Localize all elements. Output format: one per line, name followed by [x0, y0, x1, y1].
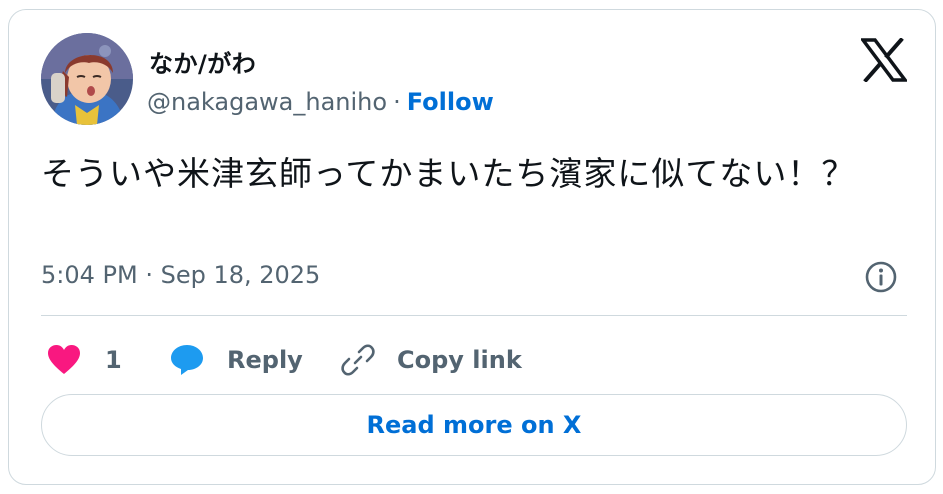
separator-dot: · — [393, 88, 401, 116]
reply-button[interactable]: Reply — [169, 340, 303, 380]
tweet-text: そういや米津玄師ってかまいたち濱家に似てない！？ — [41, 154, 856, 193]
like-button[interactable]: 1 — [47, 340, 122, 380]
author-display-name[interactable]: なか/がわ — [149, 44, 256, 79]
x-logo-icon[interactable] — [859, 37, 909, 83]
avatar[interactable] — [41, 33, 133, 125]
author-handle-row: @nakagawa_haniho · Follow — [147, 88, 494, 116]
author-handle[interactable]: @nakagawa_haniho — [147, 88, 387, 116]
link-icon — [341, 344, 375, 376]
read-more-button[interactable]: Read more on X — [41, 394, 907, 456]
avatar-image — [41, 33, 133, 125]
copy-link-label: Copy link — [397, 346, 522, 374]
divider — [41, 315, 907, 316]
speech-bubble-icon — [171, 345, 203, 375]
tweet-timestamp[interactable]: 5:04 PM · Sep 18, 2025 — [41, 261, 320, 289]
reply-label: Reply — [227, 346, 303, 374]
tweet-embed-card: なか/がわ @nakagawa_haniho · Follow そういや米津玄師って… — [8, 9, 936, 485]
copy-link-button[interactable]: Copy link — [341, 340, 522, 380]
info-icon[interactable] — [864, 260, 898, 294]
like-count: 1 — [105, 346, 122, 374]
heart-icon — [48, 345, 80, 374]
follow-button[interactable]: Follow — [407, 88, 494, 116]
